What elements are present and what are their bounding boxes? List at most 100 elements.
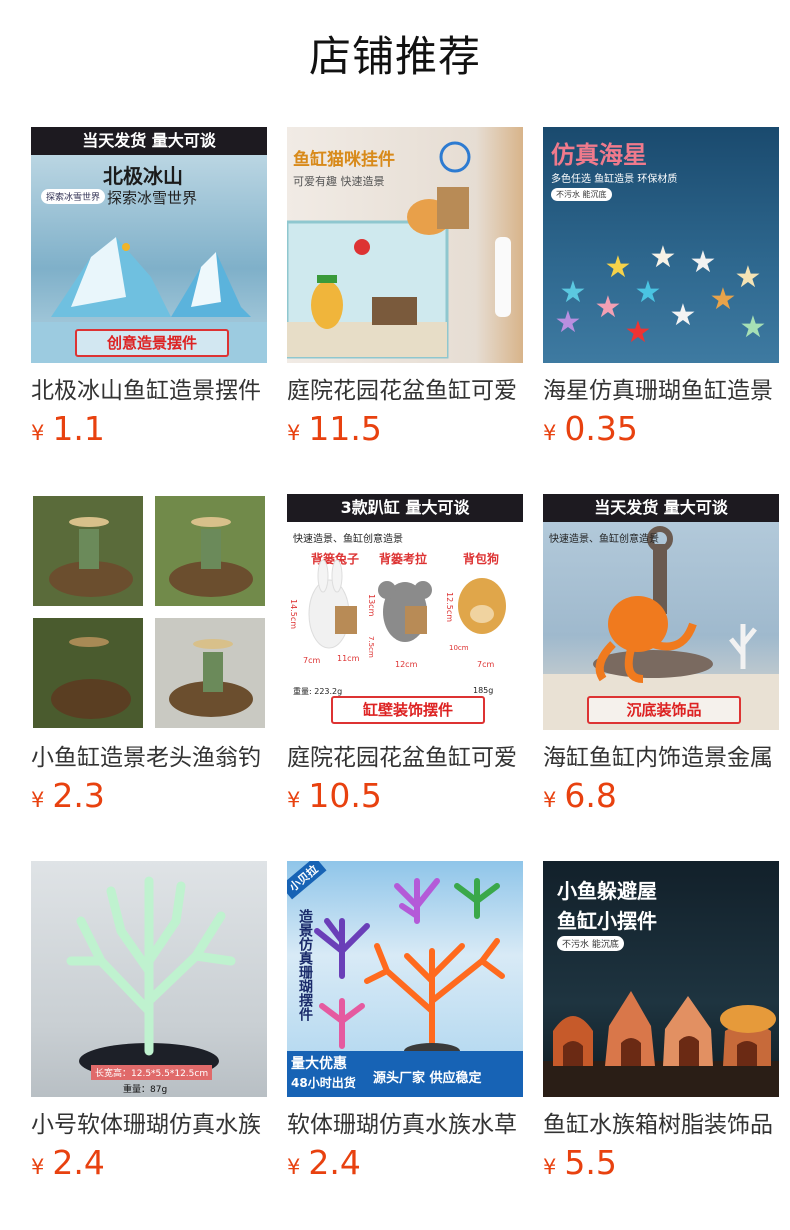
product-card[interactable]: 长宽高：12.5*5.5*12.5cm 重量：87g 小号软体珊瑚仿真水族 ¥2… [31, 861, 267, 1188]
image-heading-2: 鱼缸小摆件 [557, 909, 657, 933]
product-name[interactable]: 小鱼缸造景老头渔翁钓 [31, 742, 267, 774]
currency-symbol: ¥ [31, 788, 45, 812]
image-badge: 不污水 能沉底 [551, 188, 612, 201]
svg-text:★: ★ [690, 245, 717, 280]
product-image[interactable]: 3款趴缸 量大可谈 快速造景、鱼缸创意造景 背篓兔子 背篓考拉 背包狗 14.5… [287, 494, 523, 730]
product-price: ¥5.5 [543, 1145, 779, 1187]
promo-text: 48小时出货 [291, 1076, 356, 1090]
product-image[interactable] [31, 494, 267, 730]
product-name[interactable]: 鱼缸水族箱树脂装饰品 [543, 1109, 779, 1141]
weight-label: 185g [473, 686, 494, 695]
promo-text: 源头厂家 供应稳定 [373, 1071, 482, 1086]
vertical-title: 造景仿真珊瑚摆件 [297, 909, 313, 1021]
price-value: 2.3 [52, 776, 105, 815]
svg-text:★: ★ [555, 305, 582, 340]
image-banner: 当天发货 量大可谈 [543, 494, 779, 522]
product-image[interactable]: ★ ★ ★ ★ ★ ★ ★ ★ ★ ★ ★ ★ 仿真海星 多色任选 鱼缸造景 环… [543, 127, 779, 363]
image-badge: 探索冰雪世界 [41, 189, 106, 204]
image-footer-tag: 创意造景摆件 [75, 329, 229, 357]
image-footer-tag: 缸壁装饰摆件 [331, 696, 485, 724]
currency-symbol: ¥ [543, 788, 557, 812]
svg-text:★: ★ [710, 282, 737, 317]
price-value: 6.8 [564, 776, 617, 815]
product-price: ¥0.35 [543, 411, 779, 453]
product-image[interactable]: 小鱼躲避屋 鱼缸小摆件 不污水 能沉底 [543, 861, 779, 1097]
currency-symbol: ¥ [287, 788, 301, 812]
product-price: ¥6.8 [543, 778, 779, 820]
dimension-label: 7cm [303, 656, 321, 665]
price-value: 1.1 [52, 409, 105, 448]
product-name[interactable]: 软体珊瑚仿真水族水草 [287, 1109, 523, 1141]
price-value: 2.4 [52, 1143, 105, 1182]
product-name[interactable]: 海缸鱼缸内饰造景金属 [543, 742, 779, 774]
image-subheading: 可爱有趣 快速造景 [293, 175, 385, 188]
store-recommendations-page: 店铺推荐 当天发货 量大可谈 北极冰山 探索冰雪世界 探索冰雪世界 创意造景摆件 [0, 0, 790, 1230]
product-price: ¥2.3 [31, 778, 267, 820]
product-image[interactable]: 当天发货 量大可谈 快速造景、鱼缸创意造景 沉底装饰品 [543, 494, 779, 730]
fisherman-collage-illustration [33, 496, 265, 728]
svg-text:★: ★ [740, 310, 767, 345]
currency-symbol: ¥ [287, 421, 301, 445]
product-image[interactable]: 当天发货 量大可谈 北极冰山 探索冰雪世界 探索冰雪世界 创意造景摆件 [31, 127, 267, 363]
svg-text:★: ★ [625, 315, 652, 350]
price-value: 11.5 [308, 409, 382, 448]
image-heading: 仿真海星 [551, 141, 647, 169]
product-price: ¥1.1 [31, 411, 267, 453]
product-price: ¥2.4 [287, 1145, 523, 1187]
svg-text:★: ★ [605, 250, 632, 285]
product-image[interactable]: 长宽高：12.5*5.5*12.5cm 重量：87g [31, 861, 267, 1097]
svg-text:★: ★ [595, 290, 622, 325]
product-card[interactable]: ★ ★ ★ ★ ★ ★ ★ ★ ★ ★ ★ ★ 仿真海星 多色任选 鱼缸造景 环… [543, 127, 779, 454]
product-card[interactable]: 当天发货 量大可谈 北极冰山 探索冰雪世界 探索冰雪世界 创意造景摆件 北极冰山… [31, 127, 267, 454]
product-price: ¥2.4 [31, 1145, 267, 1187]
currency-symbol: ¥ [31, 1155, 45, 1179]
svg-text:★: ★ [735, 260, 762, 295]
product-price: ¥11.5 [287, 411, 523, 453]
image-banner: 当天发货 量大可谈 [31, 127, 267, 155]
currency-symbol: ¥ [287, 1155, 301, 1179]
image-heading: 鱼缸猫咪挂件 [293, 150, 395, 170]
image-subheading: 快速造景、鱼缸创意造景 [549, 534, 659, 545]
dimension-label: 14.5cm [289, 599, 298, 630]
product-name[interactable]: 庭院花园花盆鱼缸可爱 [287, 375, 523, 407]
price-value: 0.35 [564, 409, 638, 448]
product-price: ¥10.5 [287, 778, 523, 820]
image-subheading: 探索冰雪世界 [107, 189, 198, 207]
product-card[interactable]: 鱼缸猫咪挂件 可爱有趣 快速造景 庭院花园花盆鱼缸可爱 ¥11.5 [287, 127, 523, 454]
product-card[interactable]: 小鱼躲避屋 鱼缸小摆件 不污水 能沉底 鱼缸水族箱树脂装饰品 ¥5.5 [543, 861, 779, 1188]
weight-label: 重量：87g [123, 1085, 168, 1095]
size-label: 长宽高：12.5*5.5*12.5cm [91, 1065, 213, 1080]
image-footer-tag: 沉底装饰品 [587, 696, 741, 724]
product-image[interactable]: 小贝拉 造景仿真珊瑚摆件 量大优惠 48小时出货 源头厂家 供应稳定 [287, 861, 523, 1097]
dimension-label: 7.5cm [367, 636, 375, 658]
product-card[interactable]: 当天发货 量大可谈 快速造景、鱼缸创意造景 沉底装饰品 海缸鱼缸内饰造景金属 ¥… [543, 494, 779, 821]
product-name[interactable]: 海星仿真珊瑚鱼缸造景 [543, 375, 779, 407]
product-name[interactable]: 庭院花园花盆鱼缸可爱 [287, 742, 523, 774]
image-heading: 北极冰山 [103, 164, 183, 188]
product-name[interactable]: 北极冰山鱼缸造景摆件 [31, 375, 267, 407]
image-subheading: 多色任选 鱼缸造景 环保材质 [551, 174, 678, 185]
price-value: 5.5 [564, 1143, 617, 1182]
product-card[interactable]: 小鱼缸造景老头渔翁钓 ¥2.3 [31, 494, 267, 821]
svg-text:★: ★ [635, 275, 662, 310]
dimension-label: 11cm [337, 654, 360, 663]
product-card[interactable]: 小贝拉 造景仿真珊瑚摆件 量大优惠 48小时出货 源头厂家 供应稳定 软体珊瑚仿… [287, 861, 523, 1188]
svg-text:★: ★ [670, 298, 697, 333]
currency-symbol: ¥ [543, 421, 557, 445]
green-coral-illustration [66, 876, 236, 1079]
currency-symbol: ¥ [543, 1155, 557, 1179]
product-image[interactable]: 鱼缸猫咪挂件 可爱有趣 快速造景 [287, 127, 523, 363]
product-card[interactable]: 3款趴缸 量大可谈 快速造景、鱼缸创意造景 背篓兔子 背篓考拉 背包狗 14.5… [287, 494, 523, 821]
price-value: 2.4 [308, 1143, 361, 1182]
svg-text:★: ★ [650, 240, 677, 275]
dimension-label: 12.5cm [445, 592, 454, 623]
promo-text: 量大优惠 [291, 1056, 347, 1072]
dimension-label: 10cm [449, 644, 469, 652]
page-title: 店铺推荐 [308, 32, 481, 81]
product-grid: 当天发货 量大可谈 北极冰山 探索冰雪世界 探索冰雪世界 创意造景摆件 北极冰山… [31, 127, 779, 1188]
product-name[interactable]: 小号软体珊瑚仿真水族 [31, 1109, 267, 1141]
image-badge: 不污水 能沉底 [557, 936, 624, 951]
dimension-label: 13cm [367, 594, 376, 617]
dimension-label: 12cm [395, 660, 418, 669]
currency-symbol: ¥ [31, 421, 45, 445]
